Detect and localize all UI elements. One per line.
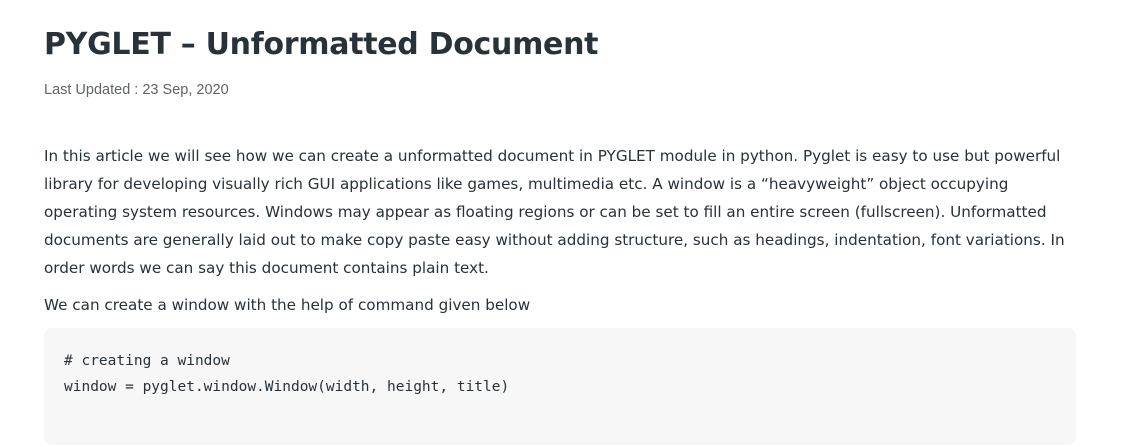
window-intro-paragraph: We can create a window with the help of … — [44, 296, 531, 314]
code-block[interactable]: # creating a window window = pyglet.wind… — [44, 328, 1076, 445]
intro-paragraph: In this article we will see how we can c… — [44, 147, 1065, 277]
last-updated-date: 23 Sep, 2020 — [142, 82, 229, 98]
last-updated-label: Last Updated — [44, 82, 131, 98]
last-updated: Last Updated : 23 Sep, 2020 — [44, 80, 229, 100]
article-title: PYGLET – Unformatted Document — [44, 27, 599, 62]
code-line-comment: # creating a window — [64, 353, 230, 369]
code-line-statement: window = pyglet.window.Window(width, hei… — [64, 379, 510, 395]
last-updated-separator: : — [130, 82, 143, 98]
article: PYGLET – Unformatted Document Last Updat… — [0, 0, 1131, 447]
